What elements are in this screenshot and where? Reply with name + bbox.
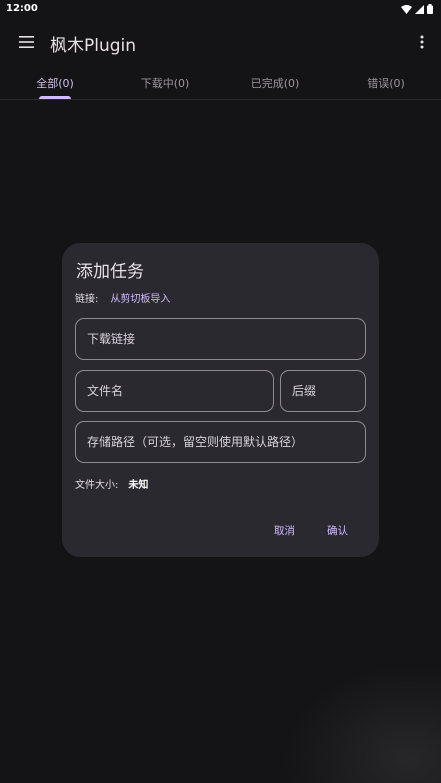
signal-icon — [415, 4, 424, 14]
tab-all[interactable]: 全部(0) — [0, 64, 110, 100]
tab-downloading[interactable]: 下载中(0) — [110, 64, 220, 100]
status-time: 12:00 — [6, 3, 38, 14]
menu-icon[interactable] — [14, 30, 38, 54]
dialog-title: 添加任务 — [76, 262, 144, 282]
download-url-input[interactable] — [76, 319, 365, 359]
file-size-label: 文件大小: — [75, 480, 119, 491]
tab-completed[interactable]: 已完成(0) — [220, 64, 330, 100]
status-icons — [401, 4, 433, 14]
download-url-field — [75, 318, 366, 360]
battery-icon — [427, 4, 433, 14]
status-bar: 12:00 — [0, 0, 441, 20]
app-screen: 12:00 枫木Plugin 全部(0) 下载中(0) 已完成(0) 错误(0)… — [0, 0, 441, 783]
filename-field — [75, 370, 274, 412]
extension-input[interactable] — [281, 371, 365, 411]
cancel-button[interactable]: 取消 — [274, 523, 295, 538]
storage-path-input[interactable] — [76, 422, 365, 462]
active-tab-indicator — [39, 96, 71, 99]
more-vert-icon[interactable] — [415, 30, 429, 54]
filename-input[interactable] — [76, 371, 273, 411]
wifi-icon — [401, 4, 412, 14]
import-from-clipboard-link[interactable]: 从剪切板导入 — [110, 290, 170, 305]
file-size-row: 文件大小: 未知 — [75, 476, 148, 491]
app-title: 枫木Plugin — [50, 36, 137, 56]
storage-path-field — [75, 421, 366, 463]
top-app-bar: 枫木Plugin — [0, 20, 441, 64]
tab-bar: 全部(0) 下载中(0) 已完成(0) 错误(0) — [0, 64, 441, 100]
add-task-dialog: 添加任务 链接: 从剪切板导入 文件大小: 未知 取消 确认 — [62, 243, 379, 557]
extension-field — [280, 370, 366, 412]
link-row: 链接: 从剪切板导入 — [75, 290, 170, 305]
confirm-button[interactable]: 确认 — [327, 523, 348, 538]
tab-error[interactable]: 错误(0) — [331, 64, 441, 100]
corner-glow — [281, 663, 441, 783]
file-size-value: 未知 — [128, 480, 149, 491]
link-label: 链接: — [75, 294, 99, 305]
